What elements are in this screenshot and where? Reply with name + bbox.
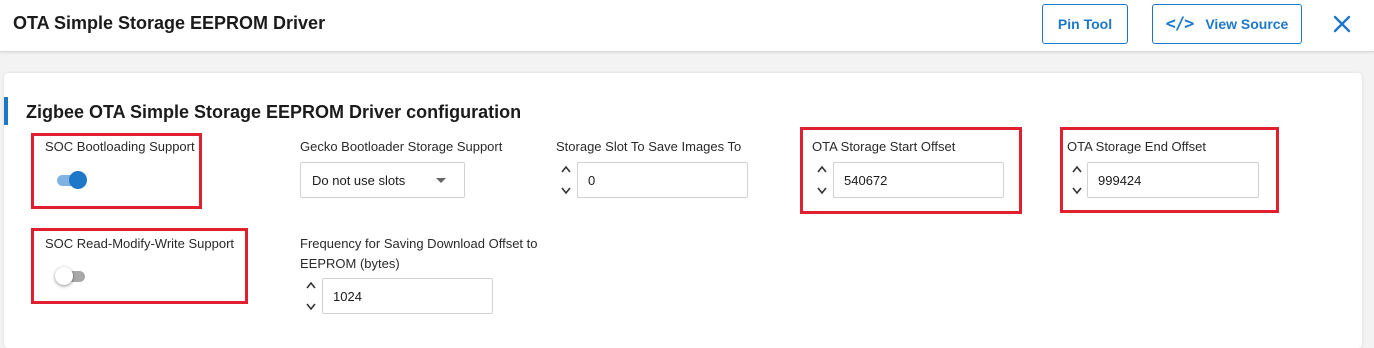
highlight-box-soc-rmw [31,228,248,304]
storage-slot-label: Storage Slot To Save Images To [556,139,742,154]
gecko-storage-value: Do not use slots [312,172,406,188]
page-title: OTA Simple Storage EEPROM Driver [13,13,326,33]
storage-slot-stepper[interactable] [559,162,573,198]
storage-slot-input[interactable]: 0 [577,162,748,198]
section-title: Zigbee OTA Simple Storage EEPROM Driver … [26,102,522,122]
gecko-storage-select[interactable]: Do not use slots [300,162,465,198]
frequency-input[interactable]: 1024 [322,278,493,314]
view-source-label: View Source [1205,16,1289,32]
highlight-box-end-offset [1060,127,1279,213]
view-source-button[interactable]: </> View Source [1152,4,1302,44]
pin-tool-button[interactable]: Pin Tool [1042,4,1128,44]
close-icon[interactable] [1328,10,1356,38]
frequency-value: 1024 [333,288,362,304]
section-accent [4,97,8,125]
highlight-box-soc-bootloading [31,133,202,209]
chevron-down-icon [436,178,446,183]
highlight-box-start-offset [800,127,1022,214]
pin-tool-label: Pin Tool [1057,16,1113,32]
frequency-label-line1: Frequency for Saving Download Offset to [300,236,538,251]
frequency-stepper[interactable] [304,278,318,314]
frequency-label-line2: EEPROM (bytes) [300,256,400,271]
top-bar: OTA Simple Storage EEPROM Driver Pin Too… [0,0,1374,52]
storage-slot-value: 0 [588,172,596,188]
code-icon: </> [1165,14,1195,34]
gecko-storage-label: Gecko Bootloader Storage Support [300,139,503,154]
